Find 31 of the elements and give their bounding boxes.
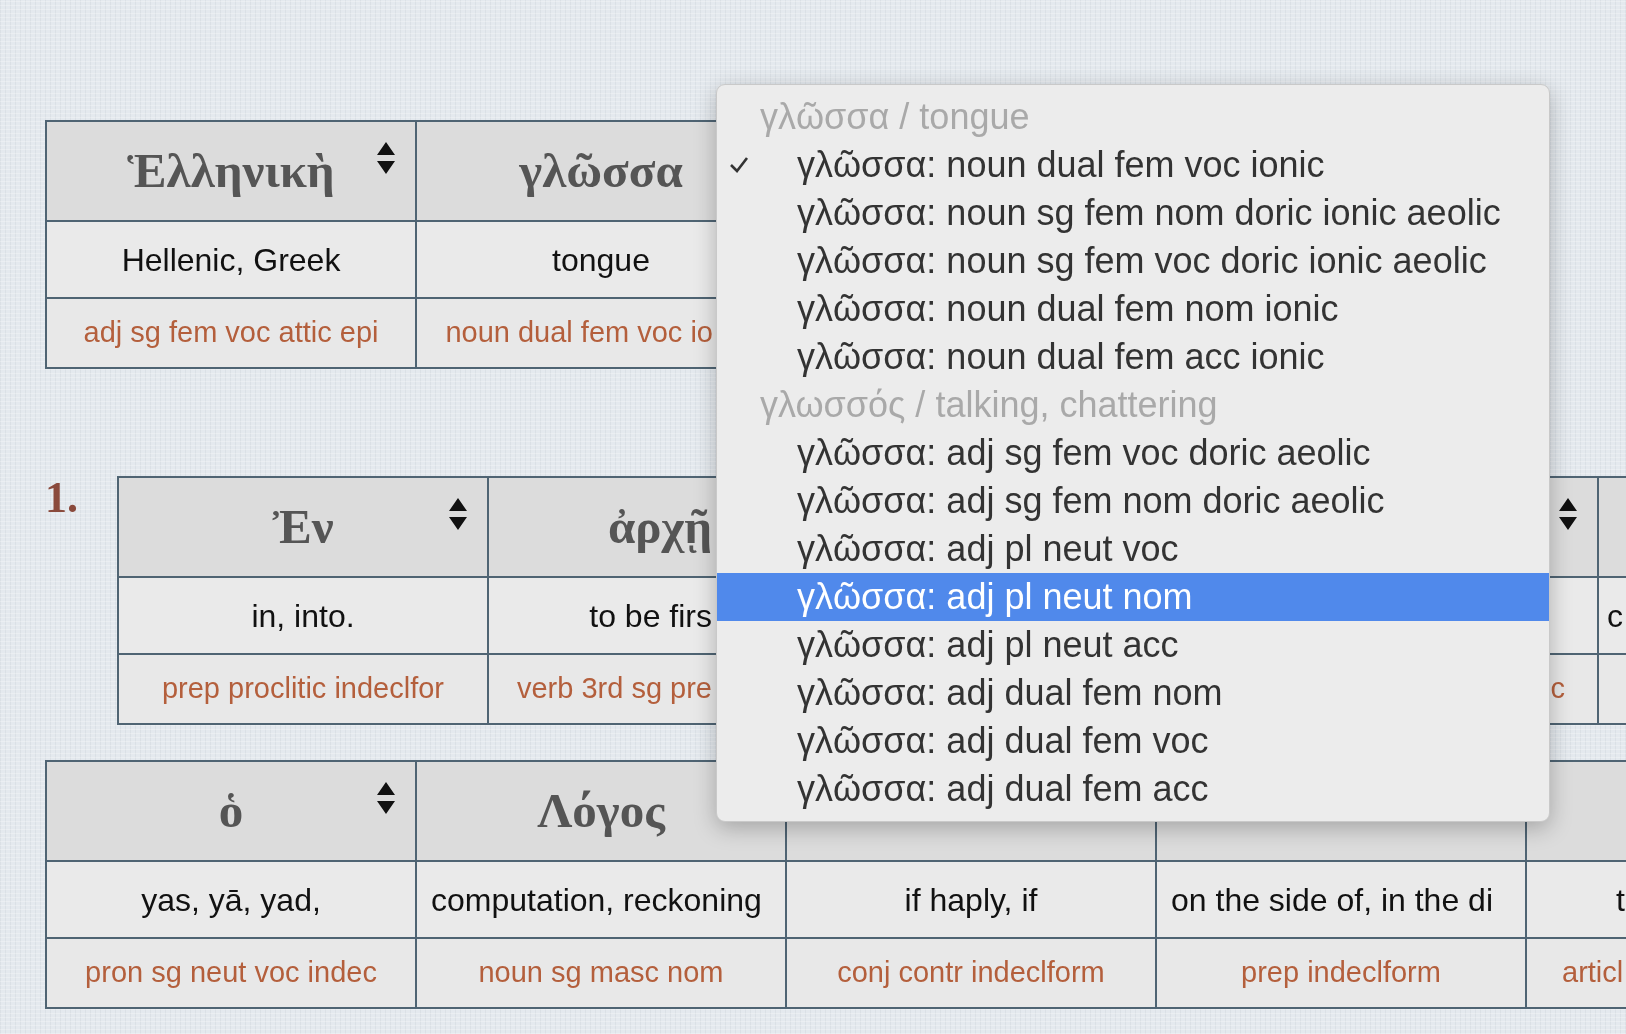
column-header[interactable]: Ἑλληνικὴ <box>46 121 416 221</box>
meaning-cell: Hellenic, Greek <box>46 221 416 298</box>
parse-cell: conj contr indeclform <box>786 938 1156 1008</box>
meaning-cell: computation, reckoning <box>416 861 786 938</box>
meaning-cell: t <box>1526 861 1626 938</box>
meaning-cell: c <box>1598 577 1626 654</box>
parse-cell: prep indeclform <box>1156 938 1526 1008</box>
sort-icon[interactable] <box>377 142 395 174</box>
greek-word: γλῶσσα <box>519 143 683 199</box>
greek-word: ὁ <box>218 783 244 839</box>
column-header[interactable]: ὁ <box>46 761 416 861</box>
meaning-cell: if haply, if <box>786 861 1156 938</box>
parse-cell: adj sg fem voc attic epi <box>46 298 416 368</box>
parse-cell: noun sg masc nom <box>416 938 786 1008</box>
column-header[interactable]: Ἐν <box>118 477 488 577</box>
sort-icon[interactable] <box>377 782 395 814</box>
meaning-cell: on the side of, in the di <box>1156 861 1526 938</box>
sort-icon[interactable] <box>1559 498 1577 530</box>
sort-icon[interactable] <box>449 498 467 530</box>
meaning-cell: in, into. <box>118 577 488 654</box>
greek-word: Ἐν <box>272 499 334 555</box>
greek-word: ἀρχῇ <box>607 499 712 555</box>
parse-cell: articl <box>1526 938 1626 1008</box>
greek-word: Ἑλληνικὴ <box>127 143 335 199</box>
menu-option[interactable]: γλῶσσα: adj sg fem voc doric aeolic <box>717 429 1549 477</box>
parse-cell: prep proclitic indeclfor <box>118 654 488 724</box>
group-label: γλωσσός / talking, chattering <box>759 383 1219 427</box>
parse-cell: pron sg neut voc indec <box>46 938 416 1008</box>
meaning-cell: yas, yā, yad, <box>46 861 416 938</box>
greek-word: Λόγος <box>537 783 665 839</box>
verse-number: 1. <box>45 473 78 522</box>
